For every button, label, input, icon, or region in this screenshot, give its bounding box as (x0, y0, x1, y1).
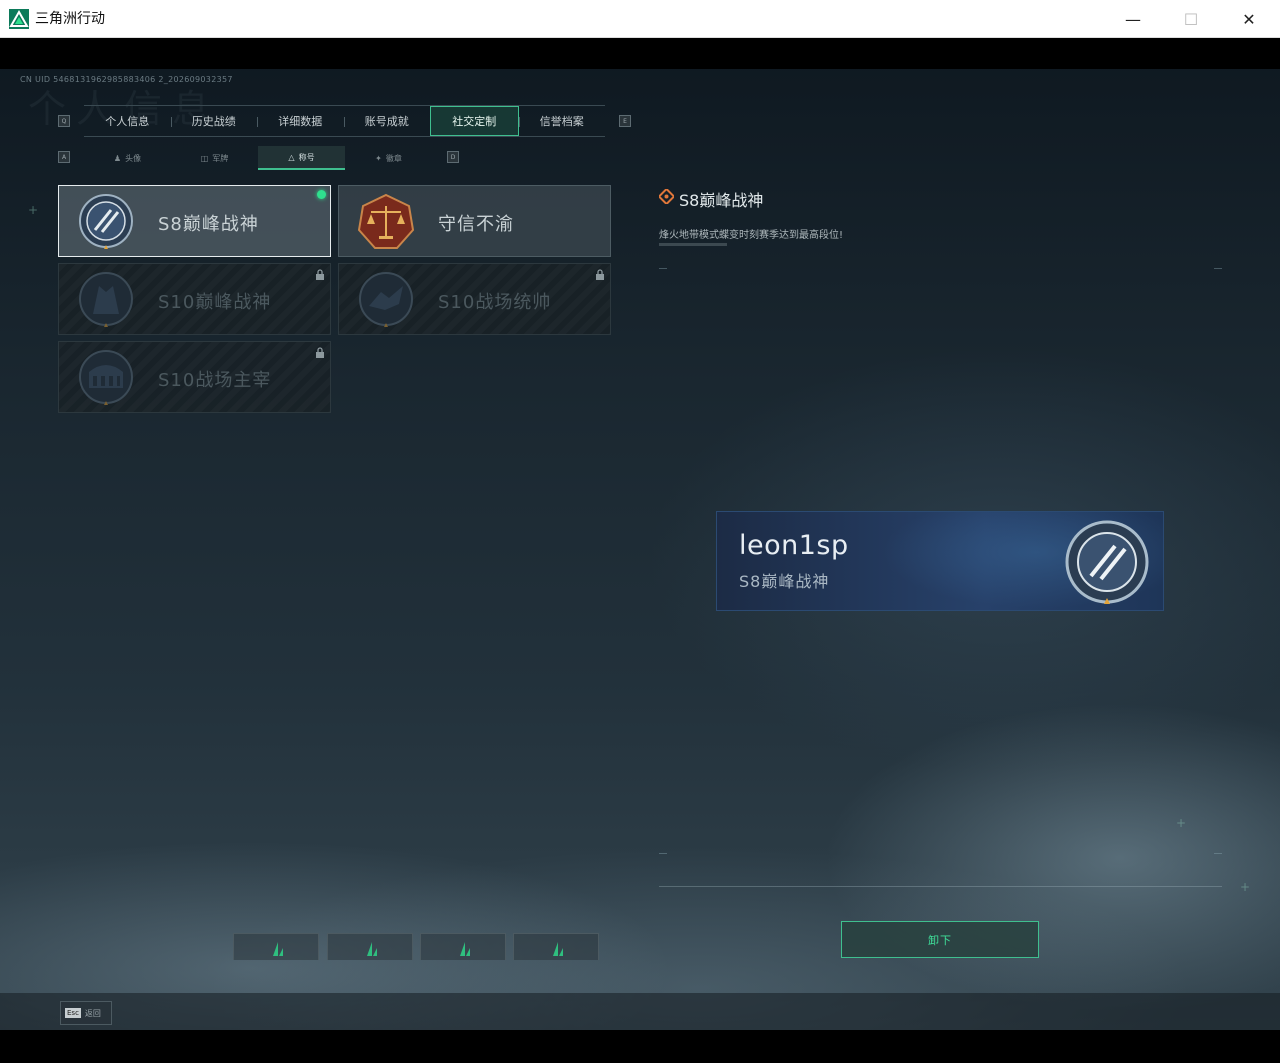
back-label: 返回 (84, 1008, 101, 1018)
tab-match-history[interactable]: 历史战绩 (170, 106, 258, 136)
tab-social-custom[interactable]: 社交定制 (430, 106, 519, 136)
subtab-avatar[interactable]: ♟ 头像 (84, 146, 171, 170)
player-uid: CN UID 5468131962985883406 2_20260903235… (20, 75, 233, 84)
subtab-prev-key[interactable]: A (58, 151, 70, 163)
delta-logo-icon (460, 942, 470, 956)
bottom-slot[interactable] (420, 933, 506, 960)
game-viewport: 个人信息 CN UID 5468131962985883406 2_202609… (0, 38, 1280, 1030)
subtab-dogtag[interactable]: ◫ 军牌 (171, 146, 258, 170)
app-logo-icon (9, 9, 29, 29)
subtab-emblem[interactable]: ✦ 徽章 (345, 146, 432, 170)
title-card-label: S10战场主宰 (158, 370, 272, 391)
tab-next-key[interactable]: E (619, 115, 631, 127)
maximize-icon: ☐ (1183, 9, 1199, 29)
tab-reputation[interactable]: 信誉档案 (518, 106, 606, 136)
footer-bar (0, 993, 1280, 1030)
title-card-s10-peak-warlord[interactable]: S10巅峰战神 (58, 263, 331, 335)
lock-icon (316, 347, 324, 358)
deco-tick (659, 268, 667, 269)
subtab-label: 称号 (298, 152, 315, 162)
title-card-s10-battlefield-ruler[interactable]: S10战场主宰 (58, 341, 331, 413)
tab-personal-info[interactable]: 个人信息 (84, 106, 171, 136)
diamond-marker-icon (659, 189, 674, 204)
close-button[interactable]: ✕ (1220, 0, 1278, 38)
lock-icon (316, 269, 324, 280)
deco-tick (659, 853, 667, 854)
subtab-title[interactable]: △ 称号 (258, 146, 345, 170)
bottom-slot[interactable] (233, 933, 319, 960)
person-icon: ♟ (113, 153, 122, 163)
subtab-label: 军牌 (212, 153, 229, 163)
equipped-indicator (317, 190, 326, 199)
minimize-button[interactable]: — (1104, 0, 1162, 38)
subtab-label: 头像 (125, 153, 142, 163)
delta-logo-icon (553, 942, 563, 956)
detail-divider (659, 886, 1222, 887)
deco-tick (1214, 268, 1222, 269)
letterbox-top (0, 38, 1280, 69)
deco-plus-icon: + (1176, 816, 1187, 830)
title-card-label: S10战场统帅 (438, 292, 552, 313)
title-card-label: S10巅峰战神 (158, 292, 272, 313)
window-titlebar: 三角洲行动 — ☐ ✕ (0, 0, 1280, 38)
bottom-slot[interactable] (327, 933, 413, 960)
deco-plus-icon: + (1240, 880, 1251, 894)
nameplate-player-name: leon1sp (739, 530, 849, 561)
esc-key-hint: Esc (65, 1008, 81, 1018)
subtab-label: 徽章 (385, 153, 402, 163)
title-card-label: S8巅峰战神 (158, 214, 259, 235)
delta-logo-icon (367, 942, 377, 956)
back-button[interactable]: Esc 返回 (60, 1001, 112, 1025)
detail-title: S8巅峰战神 (679, 191, 764, 210)
subtab-next-key[interactable]: D (447, 151, 459, 163)
dogtag-icon: ◫ (200, 153, 209, 163)
minimize-icon: — (1125, 9, 1141, 29)
tab-prev-key[interactable]: Q (58, 115, 70, 127)
delta-logo-icon (273, 942, 283, 956)
bottom-slot[interactable] (513, 933, 599, 960)
window-title: 三角洲行动 (35, 11, 105, 27)
locked-badge-icon (359, 272, 413, 327)
deco-tick (1214, 853, 1222, 854)
detail-description: 烽火地带模式蝶变时刻赛季达到最高段位! (659, 230, 844, 241)
nameplate-title: S8巅峰战神 (739, 572, 830, 591)
nameplate-preview: leon1sp S8巅峰战神 (716, 511, 1164, 611)
locked-badge-icon (79, 272, 133, 327)
title-card-s10-field-marshal[interactable]: S10战场统帅 (338, 263, 611, 335)
tab-detailed-data[interactable]: 详细数据 (257, 106, 344, 136)
triangle-icon: △ (288, 152, 295, 162)
peak-warlord-badge-icon (1065, 520, 1149, 604)
detail-underline (659, 243, 727, 246)
deco-plus-icon: + (28, 203, 39, 217)
close-icon: ✕ (1242, 9, 1256, 29)
title-card-keep-faith[interactable]: 守信不渝 (338, 185, 611, 257)
emblem-icon: ✦ (375, 153, 382, 163)
lock-icon (596, 269, 604, 280)
maximize-button[interactable]: ☐ (1162, 0, 1220, 38)
peak-warlord-badge-icon (79, 194, 133, 249)
scales-badge-icon (357, 193, 415, 249)
title-card-label: 守信不渝 (438, 214, 514, 235)
tab-achievements[interactable]: 账号成就 (343, 106, 431, 136)
letterbox-bottom (0, 1030, 1280, 1063)
title-card-s8-peak-warlord[interactable]: S8巅峰战神 (58, 185, 331, 257)
locked-badge-icon (79, 350, 133, 405)
main-tabbar: 个人信息 历史战绩 详细数据 账号成就 社交定制 信誉档案 (84, 105, 605, 137)
unequip-button[interactable]: 卸下 (841, 921, 1039, 958)
sub-tabbar: ♟ 头像 ◫ 军牌 △ 称号 ✦ 徽章 (84, 146, 432, 170)
